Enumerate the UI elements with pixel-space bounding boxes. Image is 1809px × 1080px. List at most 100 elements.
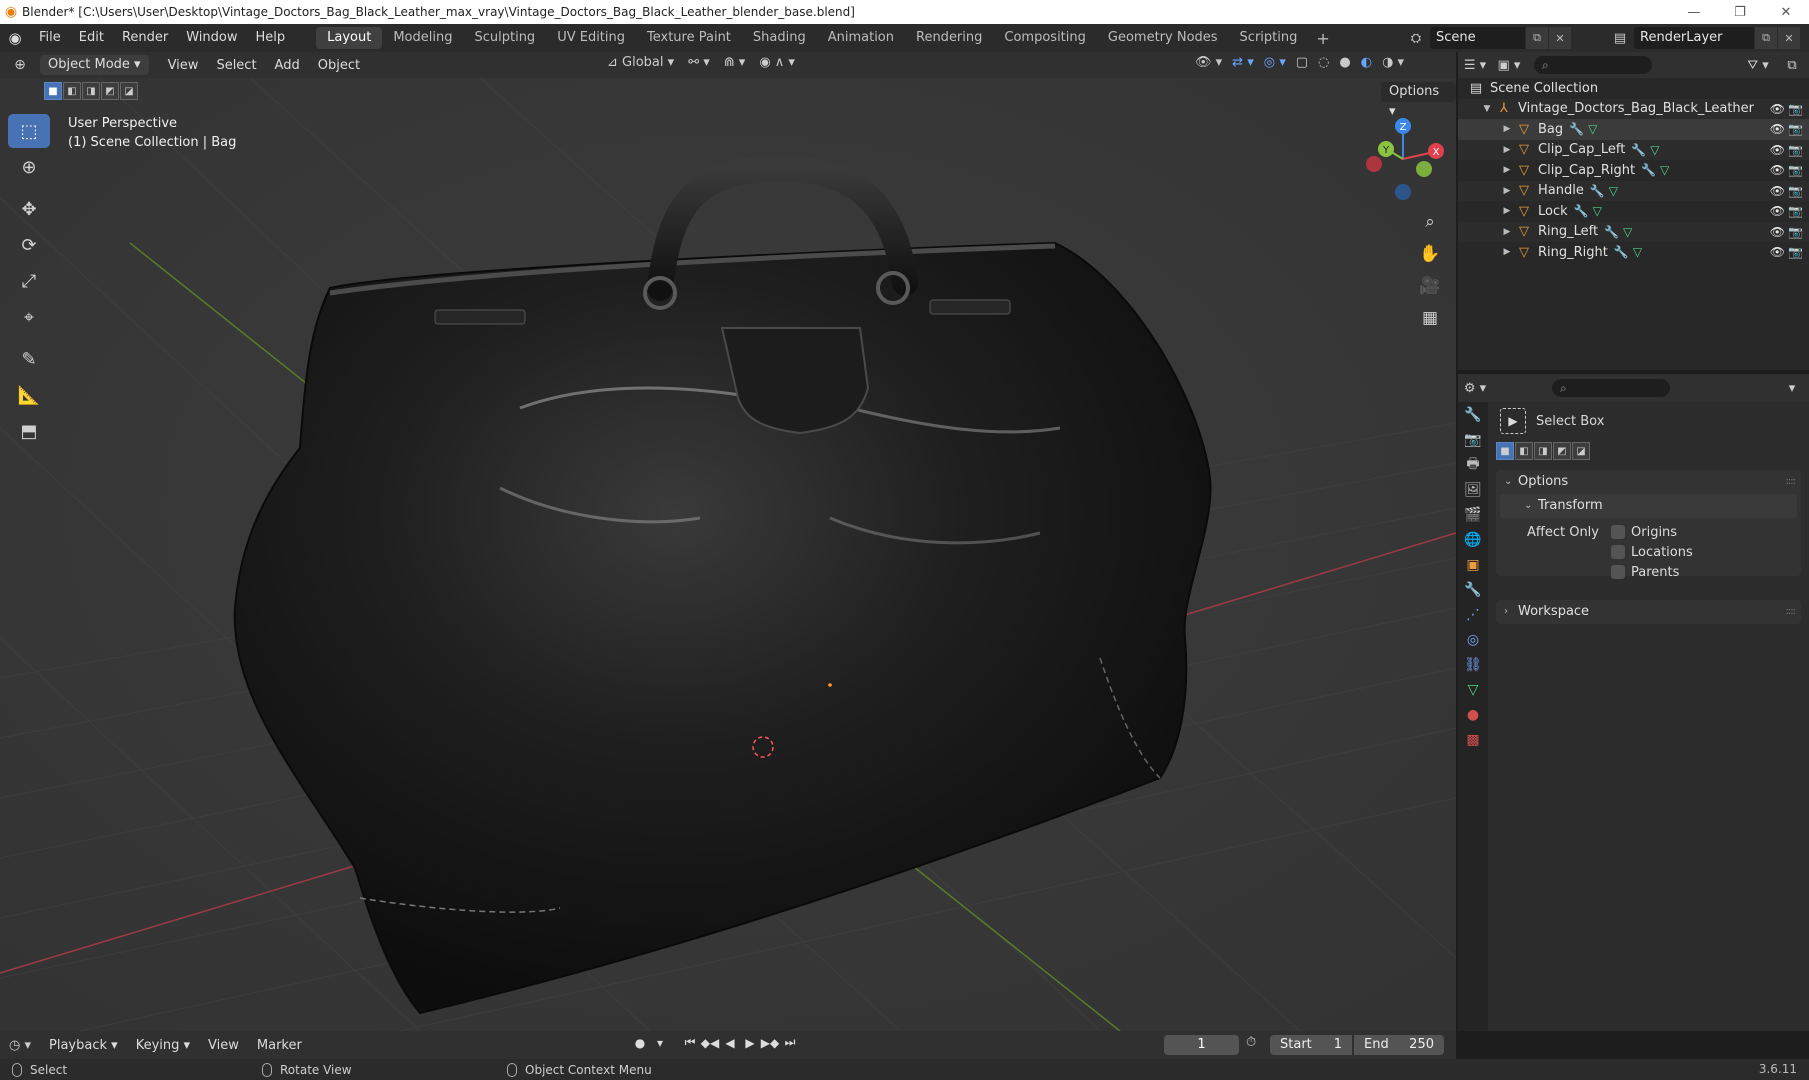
- render-camera-icon[interactable]: 📷: [1788, 245, 1803, 259]
- options-panel-header[interactable]: ⌄ Options: [1496, 470, 1801, 494]
- new-renderlayer-icon[interactable]: ⧉: [1755, 27, 1777, 49]
- drag-handle-icon[interactable]: ::::: [1786, 476, 1797, 487]
- play-reverse-icon[interactable]: ◀: [720, 1036, 740, 1050]
- delete-scene-icon[interactable]: ✕: [1549, 27, 1571, 49]
- camera-view-icon[interactable]: 🎥: [1414, 270, 1446, 302]
- workspace-tab-modeling[interactable]: Modeling: [382, 27, 463, 49]
- shading-material-icon[interactable]: ◐: [1356, 55, 1377, 70]
- render-camera-icon[interactable]: 📷: [1788, 225, 1803, 239]
- jump-keyframe-forward-icon[interactable]: ▶◆: [760, 1036, 780, 1050]
- properties-search-input[interactable]: ⌕: [1552, 379, 1670, 397]
- rotate-tool-icon[interactable]: ⟳: [8, 228, 50, 262]
- annotate-tool-icon[interactable]: ✎: [8, 342, 50, 376]
- mesh-data-icon[interactable]: ▽: [1633, 245, 1642, 259]
- select-subtract-icon[interactable]: ◨: [82, 82, 100, 100]
- new-scene-icon[interactable]: ⧉: [1526, 27, 1548, 49]
- record-icon[interactable]: ●: [630, 1036, 650, 1050]
- select-extend-icon[interactable]: ◧: [63, 82, 81, 100]
- proportional-edit-icon[interactable]: ◉ ∧ ▾: [752, 55, 802, 70]
- expand-arrow-icon[interactable]: ▼: [1480, 104, 1494, 114]
- workspace-tab-rendering[interactable]: Rendering: [905, 27, 993, 49]
- close-window-button[interactable]: ✕: [1763, 0, 1809, 24]
- material-tab-icon[interactable]: ●: [1458, 702, 1488, 727]
- select-extend-icon[interactable]: ◧: [1515, 442, 1533, 460]
- physics-tab-icon[interactable]: ◎: [1458, 627, 1488, 652]
- render-camera-icon[interactable]: 📷: [1788, 204, 1803, 218]
- preview-range-icon[interactable]: ⏱: [1246, 1035, 1256, 1050]
- expand-arrow-icon[interactable]: ▶: [1500, 206, 1514, 216]
- start-frame-field[interactable]: Start 1: [1270, 1035, 1352, 1055]
- menu-window[interactable]: Window: [177, 27, 246, 49]
- mesh-data-icon[interactable]: ▽: [1593, 204, 1602, 218]
- viewport-options-dropdown[interactable]: Options ▾: [1381, 82, 1456, 119]
- end-frame-field[interactable]: End 250: [1354, 1035, 1444, 1055]
- select-new-icon[interactable]: ■: [1496, 442, 1514, 460]
- modifier-wrench-icon[interactable]: 🔧: [1574, 204, 1589, 218]
- workspace-tab-geometry-nodes[interactable]: Geometry Nodes: [1097, 27, 1229, 49]
- modifier-wrench-icon[interactable]: 🔧: [1641, 163, 1656, 177]
- add-cube-tool-icon[interactable]: ⬒: [8, 414, 50, 448]
- drag-handle-icon[interactable]: ::::: [1786, 606, 1797, 617]
- move-tool-icon[interactable]: ✥: [8, 192, 50, 226]
- jump-keyframe-back-icon[interactable]: ◆◀: [700, 1036, 720, 1050]
- visibility-eye-icon[interactable]: 👁: [1770, 163, 1785, 177]
- visibility-eye-icon[interactable]: 👁: [1770, 245, 1785, 259]
- transform-subpanel-header[interactable]: ⌄ Transform: [1500, 494, 1797, 518]
- workspace-panel-header[interactable]: › Workspace: [1496, 600, 1801, 624]
- editor-type-icon[interactable]: ⊕: [0, 57, 40, 73]
- timeline-menu-keying[interactable]: Keying ▾: [127, 1038, 199, 1053]
- timeline-menu-view[interactable]: View: [199, 1038, 248, 1053]
- select-intersect-icon[interactable]: ◪: [120, 82, 138, 100]
- scale-tool-icon[interactable]: ⤢: [8, 264, 50, 298]
- render-camera-icon[interactable]: 📷: [1788, 102, 1803, 116]
- new-collection-icon[interactable]: ⧉: [1775, 58, 1809, 73]
- scene-tab-icon[interactable]: 🎬: [1458, 502, 1488, 527]
- select-invert-icon[interactable]: ◩: [1553, 442, 1571, 460]
- visibility-eye-icon[interactable]: 👁: [1770, 225, 1785, 239]
- viewport-menu-add[interactable]: Add: [266, 58, 309, 73]
- select-intersect-icon[interactable]: ◪: [1572, 442, 1590, 460]
- cursor-tool-icon[interactable]: ⊕: [8, 150, 50, 184]
- navigation-gizmo[interactable]: Z X Y: [1358, 114, 1448, 204]
- outliner-object-lock[interactable]: ▶ ▽ Lock 🔧 ▽ 👁 📷: [1458, 201, 1809, 222]
- workspace-tab-texture-paint[interactable]: Texture Paint: [636, 27, 742, 49]
- select-box-tool-icon[interactable]: ⬚: [8, 114, 50, 148]
- orientation-dropdown[interactable]: ⊿ Global ▾: [600, 55, 681, 70]
- mesh-data-icon[interactable]: ▽: [1623, 225, 1632, 239]
- shading-wireframe-icon[interactable]: ◌: [1313, 55, 1334, 70]
- data-tab-icon[interactable]: ▽: [1458, 677, 1488, 702]
- overlay-toggle-icon[interactable]: ◎ ▾: [1259, 55, 1291, 70]
- expand-arrow-icon[interactable]: ▶: [1500, 247, 1514, 257]
- world-tab-icon[interactable]: 🌐: [1458, 527, 1488, 552]
- workspace-tab-compositing[interactable]: Compositing: [993, 27, 1097, 49]
- zoom-icon[interactable]: ⌕: [1414, 206, 1446, 238]
- shading-rendered-icon[interactable]: ◑ ▾: [1377, 55, 1409, 70]
- menu-help[interactable]: Help: [247, 27, 295, 49]
- scene-icon[interactable]: ⛭: [1402, 31, 1430, 46]
- mesh-data-icon[interactable]: ▽: [1609, 184, 1618, 198]
- delete-renderlayer-icon[interactable]: ✕: [1778, 27, 1800, 49]
- renderlayer-icon[interactable]: ▤: [1606, 31, 1634, 46]
- menu-edit[interactable]: Edit: [70, 27, 113, 49]
- workspace-tab-animation[interactable]: Animation: [817, 27, 905, 49]
- properties-options-icon[interactable]: ▾: [1775, 381, 1809, 396]
- mesh-data-icon[interactable]: ▽: [1650, 143, 1659, 157]
- workspace-tab-layout[interactable]: Layout: [316, 27, 383, 49]
- outliner-object-clip-cap-right[interactable]: ▶ ▽ Clip_Cap_Right 🔧 ▽ 👁 📷: [1458, 160, 1809, 181]
- ortho-grid-icon[interactable]: ▦: [1414, 302, 1446, 334]
- modifier-wrench-icon[interactable]: 🔧: [1604, 225, 1619, 239]
- outliner-search-input[interactable]: ⌕: [1534, 56, 1652, 74]
- workspace-tab-shading[interactable]: Shading: [742, 27, 817, 49]
- locations-checkbox[interactable]: [1611, 545, 1625, 559]
- modifier-wrench-icon[interactable]: 🔧: [1590, 184, 1605, 198]
- expand-arrow-icon[interactable]: ▶: [1500, 186, 1514, 196]
- jump-start-icon[interactable]: ⏮: [680, 1035, 700, 1050]
- texture-tab-icon[interactable]: ▩: [1458, 727, 1488, 752]
- outliner-object-clip-cap-left[interactable]: ▶ ▽ Clip_Cap_Left 🔧 ▽ 👁 📷: [1458, 139, 1809, 160]
- visibility-eye-icon[interactable]: 👁: [1770, 102, 1785, 116]
- render-camera-icon[interactable]: 📷: [1788, 184, 1803, 198]
- expand-arrow-icon[interactable]: ▶: [1500, 124, 1514, 134]
- mesh-data-icon[interactable]: ▽: [1588, 122, 1597, 136]
- workspace-tab-sculpting[interactable]: Sculpting: [463, 27, 546, 49]
- transform-tool-icon[interactable]: ⌖: [8, 300, 50, 334]
